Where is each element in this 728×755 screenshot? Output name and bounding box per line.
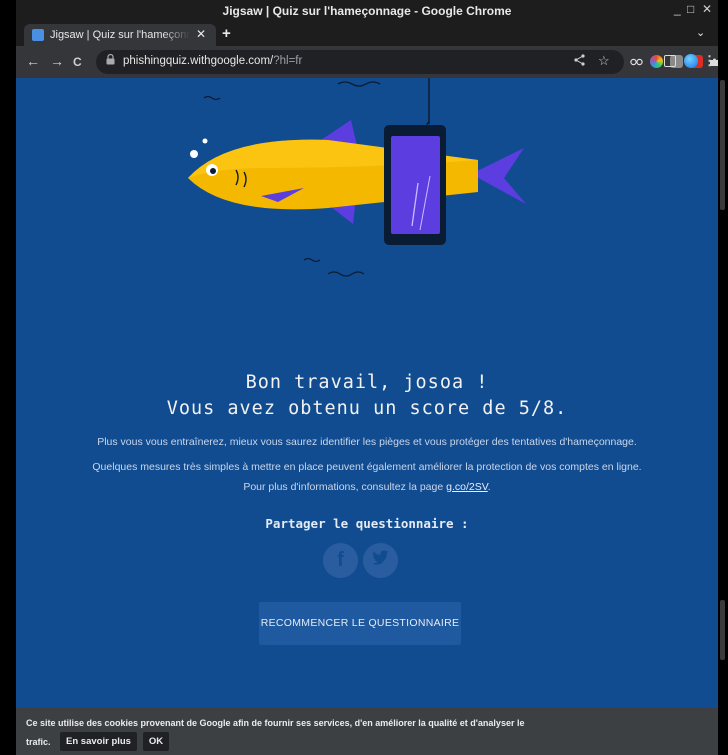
more-info-paragraph: Pour plus d'informations, consultez la p… <box>16 481 718 493</box>
left-screen-gutter <box>0 0 16 755</box>
tab-strip: Jigsaw | Quiz sur l'hameçonnage ✕ + ⌄ <box>16 22 718 46</box>
url-text[interactable]: phishingquiz.withgoogle.com/?hl=fr <box>123 55 302 67</box>
bubble <box>190 150 198 158</box>
phone-screen <box>391 136 440 234</box>
url-query: ?hl=fr <box>273 55 303 67</box>
result-score: Vous avez obtenu un score de 5/8. <box>166 398 568 419</box>
window-title-bar: Jigsaw | Quiz sur l'hameçonnage - Google… <box>16 0 718 22</box>
new-tab-button[interactable]: + <box>222 25 231 42</box>
glasses-extension-icon[interactable] <box>630 55 643 68</box>
window-title: Jigsaw | Quiz sur l'hameçonnage - Google… <box>222 4 512 18</box>
cookie-message-end: trafic. <box>26 737 51 747</box>
lock-icon <box>106 53 115 68</box>
facebook-icon: f <box>337 549 344 571</box>
tab-search-chevron-icon[interactable]: ⌄ <box>696 26 705 39</box>
more-info-suffix: . <box>487 481 491 493</box>
learn-more-button[interactable]: En savoir plus <box>60 732 137 751</box>
share-heading: Partager le questionnaire : <box>265 516 469 531</box>
chrome-menu-icon[interactable]: ⋮ <box>703 53 716 69</box>
fish-pupil <box>210 168 216 174</box>
maximize-button[interactable]: □ <box>687 2 694 16</box>
water-ripple <box>337 81 381 87</box>
window-scrollbar[interactable] <box>718 0 728 755</box>
cookie-message: Ce site utilise des cookies provenant de… <box>26 718 525 728</box>
reload-button[interactable]: C <box>73 55 82 69</box>
close-tab-icon[interactable]: ✕ <box>196 27 206 41</box>
favicon-icon <box>32 29 44 41</box>
address-bar[interactable]: phishingquiz.withgoogle.com/?hl=fr ☆ <box>96 50 624 74</box>
restart-quiz-button[interactable]: RECOMMENCER LE QUESTIONNAIRE <box>259 602 461 645</box>
tab-title: Jigsaw | Quiz sur l'hameçonnage <box>50 29 190 41</box>
url-host: phishingquiz.withgoogle.com/ <box>123 55 274 67</box>
facebook-share-button[interactable]: f <box>323 543 358 578</box>
share-icon[interactable] <box>574 54 585 69</box>
fish-tail <box>471 148 526 204</box>
advice-paragraph: Plus vous vous entraînerez, mieux vous s… <box>97 436 637 448</box>
result-greeting: Bon travail, josoa ! <box>245 372 489 393</box>
scrollbar-thumb[interactable] <box>720 80 725 210</box>
security-paragraph: Quelques mesures très simples à mettre e… <box>92 461 642 473</box>
profile-avatar-icon[interactable] <box>684 54 698 68</box>
sidepanel-icon[interactable] <box>664 55 676 67</box>
twitter-share-button[interactable] <box>363 543 398 578</box>
browser-tab[interactable]: Jigsaw | Quiz sur l'hameçonnage ✕ <box>24 24 216 46</box>
water-ripple <box>203 95 221 101</box>
forward-button[interactable]: → <box>50 53 64 69</box>
page-content: Bon travail, josoa ! Vous avez obtenu un… <box>16 78 718 755</box>
bubble <box>202 138 208 144</box>
water-ripple <box>327 271 365 277</box>
water-ripple <box>303 257 321 263</box>
2sv-link[interactable]: g.co/2SV <box>446 481 488 493</box>
fish-phone-illustration <box>188 78 526 277</box>
cookie-banner: Ce site utilise des cookies provenant de… <box>16 708 718 755</box>
twitter-icon <box>363 548 398 575</box>
browser-toolbar: ← → C phishingquiz.withgoogle.com/?hl=fr… <box>16 46 718 78</box>
bookmark-star-icon[interactable]: ☆ <box>598 53 610 69</box>
cookie-ok-button[interactable]: OK <box>143 732 169 751</box>
more-info-prefix: Pour plus d'informations, consultez la p… <box>243 481 447 493</box>
close-window-button[interactable]: ✕ <box>702 2 712 16</box>
colorwheel-extension-icon[interactable] <box>650 55 663 68</box>
scrollbar-thumb-lower[interactable] <box>720 600 725 660</box>
back-button[interactable]: ← <box>26 53 40 69</box>
minimize-button[interactable]: _ <box>674 2 681 16</box>
